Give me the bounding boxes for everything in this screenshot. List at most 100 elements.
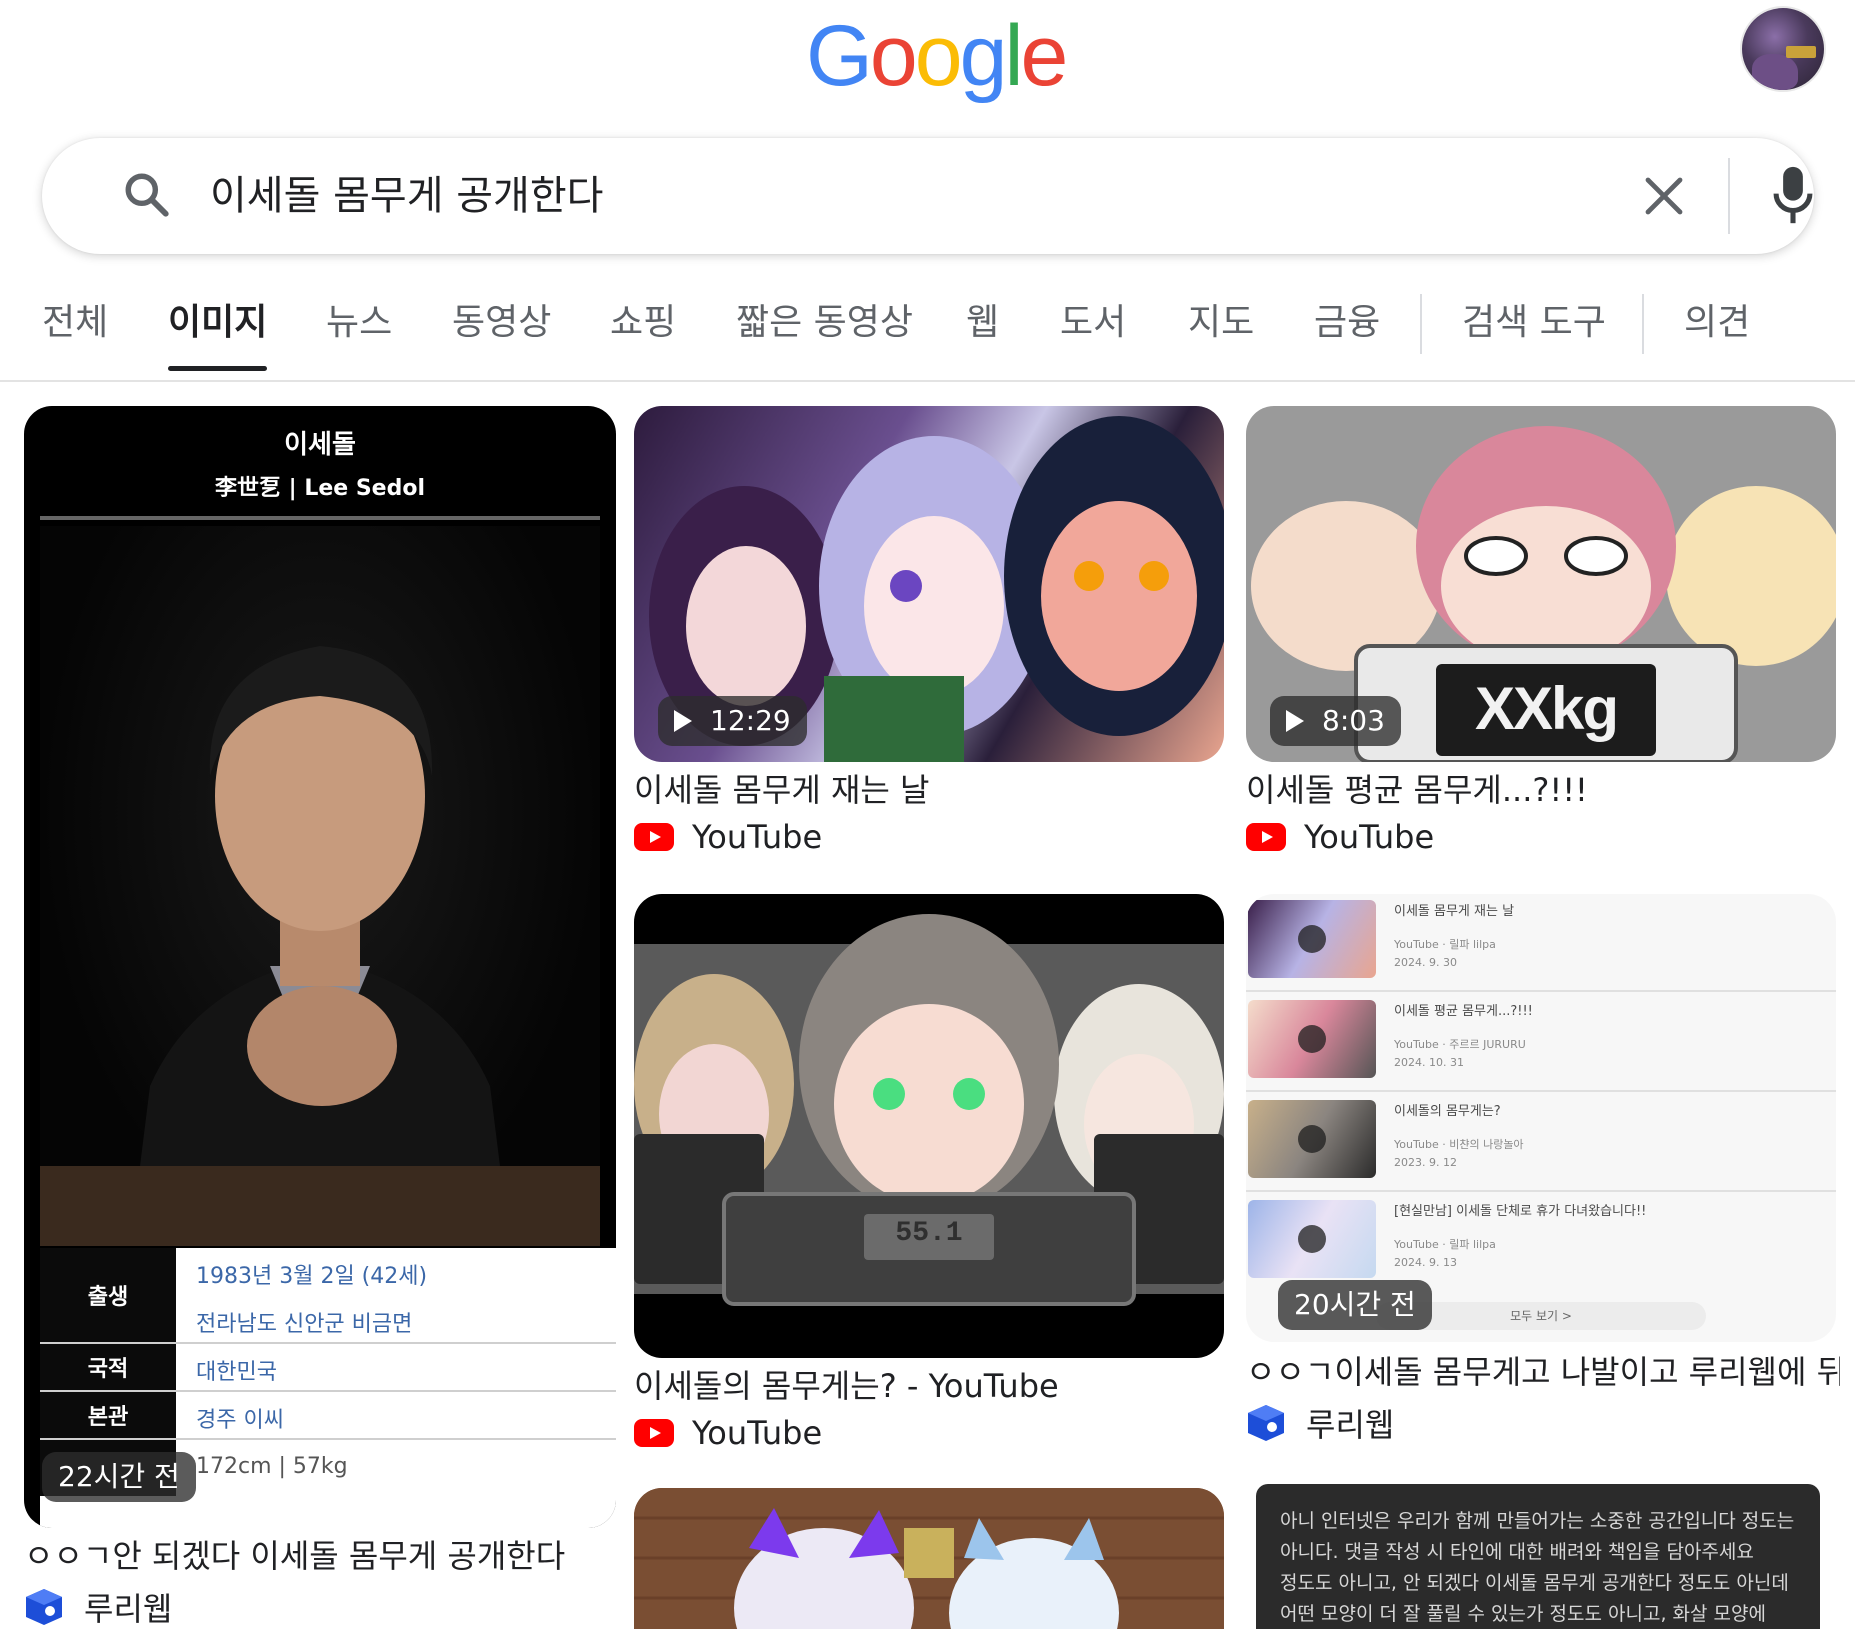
list-item-title: 이세돌 평균 몸무게...?!!! — [1394, 1004, 1533, 1019]
source-label: YouTube — [692, 1414, 823, 1452]
play-icon — [674, 710, 692, 732]
result-thumbnail-7[interactable]: 아니 인터넷은 우리가 함께 만들어가는 소중한 공간입니다 정도는 아니다. … — [1256, 1484, 1820, 1629]
list-item-title: [현실만남] 이세돌 단체로 휴가 다녀왔습니다!! — [1394, 1204, 1647, 1219]
result-title-1[interactable]: ㅇㅇㄱ안 되겠다 이세돌 몸무게 공개한다 — [24, 1534, 624, 1578]
youtube-icon — [634, 1419, 674, 1447]
result-thumbnail-6[interactable] — [634, 1488, 1224, 1629]
clear-icon[interactable] — [1640, 172, 1688, 220]
list-item: 이세돌 평균 몸무게...?!!! YouTube · 주르르 JURURU 2… — [1246, 994, 1836, 1092]
search-box[interactable]: 이세돌 몸무게 공개한다 — [42, 138, 1814, 254]
list-item-date: 2023. 9. 12 — [1394, 1156, 1457, 1169]
result-thumbnail-4[interactable]: 55.1 — [634, 894, 1224, 1358]
tab-search-tools[interactable]: 검색 도구 — [1462, 298, 1606, 348]
person-photo — [40, 526, 600, 1246]
result-title-4[interactable]: 이세돌의 몸무게는? - YouTube — [634, 1364, 1224, 1408]
logo-letter: G — [806, 8, 873, 104]
result-source-1[interactable]: 루리웹 — [24, 1584, 172, 1629]
tab-separator — [1642, 294, 1644, 354]
result-thumbnail-3[interactable]: XXkg 8:03 — [1246, 406, 1836, 762]
result-source-2[interactable]: YouTube — [634, 818, 822, 856]
tab-feedback[interactable]: 의견 — [1684, 298, 1750, 348]
source-label: YouTube — [1304, 818, 1435, 856]
result-title-3[interactable]: 이세돌 평균 몸무게...?!!! — [1246, 768, 1836, 812]
logo-letter: e — [1020, 8, 1069, 104]
result-source-5[interactable]: 루리웹 — [1246, 1400, 1394, 1446]
tab-all[interactable]: 전체 — [42, 298, 108, 348]
tab-maps[interactable]: 지도 — [1188, 298, 1254, 348]
profile-label: 국적 — [40, 1344, 176, 1390]
profile-label: 출생 — [40, 1248, 176, 1342]
tab-web[interactable]: 웹 — [966, 298, 999, 348]
list-item-channel: YouTube · 릴파 lilpa — [1394, 938, 1496, 951]
time-badge: 22시간 전 — [42, 1452, 196, 1502]
image-card-rule — [40, 516, 600, 520]
scale-display-text: XXkg — [1474, 675, 1619, 742]
youtube-icon — [1246, 823, 1286, 851]
logo-letter: o — [914, 8, 963, 104]
mini-thumbnail — [1248, 1000, 1376, 1078]
tab-shopping[interactable]: 쇼핑 — [610, 298, 676, 348]
avatar-image-shape — [1752, 54, 1798, 90]
person-silhouette — [40, 646, 600, 1246]
result-thumbnail-1[interactable]: 이세돌 李世乭 | Lee Sedol 출생 1983년 3월 2일 (42세)… — [24, 406, 616, 1528]
result-title-5[interactable]: ㅇㅇㄱ이세돌 몸무게고 나발이고 루리웹에 뒤... — [1246, 1350, 1840, 1394]
play-icon — [1298, 925, 1326, 953]
mini-thumbnail — [1248, 1200, 1376, 1278]
google-logo[interactable]: Google — [806, 8, 1069, 104]
image-card-subtitle: 李世乭 | Lee Sedol — [214, 476, 426, 501]
play-icon — [1286, 710, 1304, 732]
duration-label: 8:03 — [1322, 704, 1385, 737]
result-thumbnail-2[interactable]: 12:29 — [634, 406, 1224, 762]
image-card-name: 이세돌 — [284, 430, 356, 460]
list-item-channel: YouTube · 릴파 lilpa — [1394, 1238, 1496, 1251]
list-item-channel: YouTube · 비챤의 나랑놀아 — [1394, 1138, 1524, 1151]
play-icon — [1298, 1225, 1326, 1253]
microphone-icon[interactable] — [1770, 164, 1816, 226]
image-text-paragraph: 아니 인터넷은 우리가 함께 만들어가는 소중한 공간입니다 정도는 아니다. … — [1280, 1510, 1795, 1625]
anime-cat-ears-art — [634, 1488, 1224, 1629]
search-icon[interactable] — [122, 170, 172, 220]
account-avatar[interactable] — [1740, 6, 1826, 92]
duration-badge: 12:29 — [658, 696, 807, 746]
profile-value: 전라남도 신안군 비금면 — [196, 1312, 413, 1337]
tab-books[interactable]: 도서 — [1060, 298, 1126, 348]
tab-short-videos[interactable]: 짧은 동영상 — [736, 298, 913, 348]
list-item-date: 2024. 10. 31 — [1394, 1056, 1464, 1069]
duration-label: 12:29 — [710, 704, 791, 737]
search-tabs: 전체 이미지 뉴스 동영상 쇼핑 짧은 동영상 웹 도서 지도 금융 검색 도구… — [0, 286, 1855, 382]
tab-images[interactable]: 이미지 — [168, 298, 268, 371]
list-item: 이세돌의 몸무게는? YouTube · 비챤의 나랑놀아 2023. 9. 1… — [1246, 1094, 1836, 1192]
list-item-title: 이세돌 몸무게 재는 날 — [1394, 904, 1515, 919]
time-badge: 20시간 전 — [1278, 1280, 1432, 1330]
tab-separator — [1420, 294, 1422, 354]
search-input[interactable]: 이세돌 몸무게 공개한다 — [210, 168, 603, 224]
list-item-date: 2024. 9. 13 — [1394, 1256, 1457, 1269]
avatar-image-tag — [1786, 46, 1816, 58]
result-source-3[interactable]: YouTube — [1246, 818, 1434, 856]
play-icon — [1298, 1025, 1326, 1053]
profile-value: 대한민국 — [196, 1360, 277, 1385]
profile-value: 172cm | 57kg — [196, 1454, 348, 1479]
tab-videos[interactable]: 동영상 — [452, 298, 551, 348]
anime-scale-art — [634, 914, 1224, 1306]
logo-letter: l — [1004, 8, 1023, 104]
list-item-channel: YouTube · 주르르 JURURU — [1394, 1038, 1526, 1051]
ruliweb-icon — [26, 1589, 62, 1625]
tab-news[interactable]: 뉴스 — [326, 298, 392, 348]
profile-value: 1983년 3월 2일 (42세) — [196, 1264, 428, 1289]
profile-row-birth: 출생 1983년 3월 2일 (42세) 전라남도 신안군 비금면 — [40, 1248, 616, 1344]
result-title-2[interactable]: 이세돌 몸무게 재는 날 — [634, 768, 1224, 812]
logo-letter: g — [959, 8, 1008, 104]
duration-badge: 8:03 — [1270, 696, 1401, 746]
profile-value: 경주 이씨 — [196, 1408, 284, 1433]
list-item-date: 2024. 9. 30 — [1394, 956, 1457, 969]
result-thumbnail-5[interactable]: 이세돌 몸무게 재는 날 YouTube · 릴파 lilpa 2024. 9.… — [1246, 894, 1836, 1342]
source-label: YouTube — [692, 818, 823, 856]
tab-finance[interactable]: 금융 — [1314, 298, 1380, 348]
result-source-4[interactable]: YouTube — [634, 1414, 822, 1452]
ruliweb-icon — [1248, 1405, 1284, 1441]
logo-letter: o — [869, 8, 918, 104]
mini-thumbnail — [1248, 1100, 1376, 1178]
time-badge-label: 22시간 전 — [58, 1460, 180, 1493]
list-item-title: 이세돌의 몸무게는? — [1394, 1104, 1501, 1119]
